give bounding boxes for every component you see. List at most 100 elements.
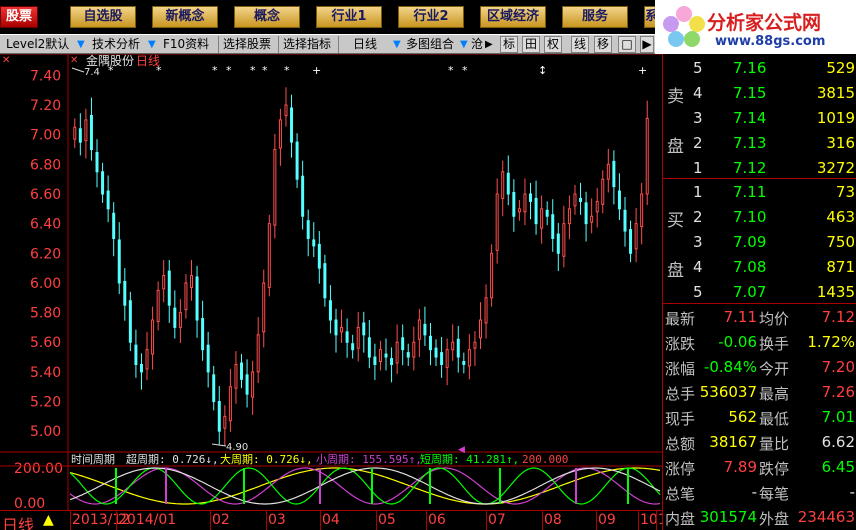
close-icon[interactable]: ✕ (2, 55, 10, 66)
price-ytick: 5.20 (30, 395, 61, 411)
quote-row: 4 7.08 871 (693, 258, 855, 276)
price-ytick: 5.40 (30, 365, 61, 381)
time-xtick: 03 (268, 512, 286, 528)
quote-row: 内盘 301574 外盘 234463 (665, 508, 855, 528)
price-ytick: 7.00 (30, 128, 61, 144)
tool-window-icon[interactable]: □ (618, 36, 636, 53)
time-xtick: 11 (658, 512, 662, 528)
time-xtick: 2014/01 (118, 512, 177, 528)
quote-row: 总笔 - 每笔 - (665, 483, 855, 503)
tool-grid-icon[interactable]: 田 (522, 36, 540, 53)
time-xtick: 05 (378, 512, 396, 528)
cycle-super: 超周期: 0.726↓, (126, 452, 219, 466)
price-ytick: 6.00 (30, 276, 61, 292)
stock-name: 金隅股份 (86, 54, 134, 68)
site-logo: 分析家公式网 www.88gs.com (655, 0, 856, 54)
flower-logo-icon (663, 6, 705, 47)
cycle-label: 时间周期 (71, 453, 115, 466)
tool-mark-icon[interactable]: 标 (500, 36, 518, 53)
triangle-up-icon[interactable]: ▲ (43, 512, 54, 528)
toolbar-select-indicator[interactable]: 选择指标 (278, 36, 331, 53)
quote-row: 3 7.09 750 (693, 233, 855, 251)
candle (267, 214, 271, 297)
menu-region[interactable]: 区域经济 (480, 6, 546, 28)
event-marker-icon[interactable]: * (284, 64, 290, 77)
quote-row: 4 7.15 3815 (693, 84, 855, 102)
cycle-minor: 小周期: 155.595↑, (316, 453, 422, 466)
event-marker-icon[interactable]: * (250, 64, 256, 77)
candle (128, 291, 132, 352)
toolbar-select-stock[interactable]: 选择股票 (218, 36, 271, 53)
dropdown-arrow-icon[interactable]: ▼ (393, 36, 401, 53)
quote-row: 涨幅 -0.84% 今开 7.20 (665, 358, 855, 378)
menu-stock[interactable]: 股票 (0, 6, 38, 28)
quote-row: 1 7.12 3272 (693, 159, 855, 177)
toolbar-daily[interactable]: 日线 (338, 36, 377, 53)
event-marker-icon[interactable]: + (638, 64, 647, 77)
dropdown-arrow-icon[interactable]: ▼ (460, 36, 468, 53)
menu-new-concept[interactable]: 新概念 (152, 6, 218, 28)
quote-row: 涨跌 -0.06 换手 1.72% (665, 333, 855, 353)
event-marker-icon[interactable]: * (212, 64, 218, 77)
chart-period: 日线 (136, 54, 160, 68)
menu-service[interactable]: 服务 (562, 6, 628, 28)
high-price-label: 7.4 (84, 67, 100, 78)
toolbar-multi-chart[interactable]: 多图组合 (406, 36, 454, 53)
cycle-major: 大周期: 0.726↓, (220, 452, 313, 466)
time-xtick: 02 (212, 512, 230, 528)
time-xtick: 09 (598, 512, 616, 528)
quote-row: 总额 38167 量比 6.62 (665, 433, 855, 453)
quote-row: 3 7.14 1019 (693, 109, 855, 127)
price-ytick: 6.80 (30, 157, 61, 173)
quote-row: 2 7.10 463 (693, 208, 855, 226)
kline-chart-area[interactable]: 7.40 7.20 7.00 6.80 6.60 6.40 6.20 6.00 5.80 5.60… (0, 54, 662, 530)
close-icon[interactable]: ✕ (70, 55, 78, 66)
candle (273, 133, 277, 239)
toolbar-tech-analysis[interactable]: 技术分析 (92, 36, 140, 53)
event-marker-icon[interactable]: * (448, 64, 454, 77)
event-marker-icon[interactable]: * (262, 64, 268, 77)
bottom-period[interactable]: 日线 (2, 512, 34, 530)
time-xtick: 04 (322, 512, 340, 528)
quote-row: 1 7.11 73 (693, 183, 855, 201)
quote-row: 现手 562 最低 7.01 (665, 408, 855, 428)
marker-icon: ◀ (458, 445, 465, 455)
candle (490, 244, 494, 307)
quote-panel: 卖 盘 买 盘 5 7.16 529 4 7.15 3815 3 7.14 1019 2 7.13 3… (662, 54, 856, 530)
quote-row: 最新 7.11 均价 7.12 (665, 308, 855, 328)
tool-rights-icon[interactable]: 权 (544, 36, 562, 53)
quote-row: 2 7.13 316 (693, 134, 855, 152)
menu-industry2[interactable]: 行业2 (398, 6, 464, 28)
toolbar-f10[interactable]: F10资料 (163, 36, 209, 53)
price-ytick: 5.00 (30, 424, 61, 440)
indicator-ytick-bottom: 0.00 (14, 496, 45, 510)
dropdown-arrow-icon[interactable]: ▼ (148, 36, 156, 53)
play-icon[interactable]: ▶ (485, 36, 493, 53)
price-ytick: 5.60 (30, 335, 61, 351)
toolbar-extra[interactable]: 沧 (471, 36, 483, 53)
tool-next-icon[interactable]: ▶ (640, 36, 654, 53)
tool-line-icon[interactable]: 线 (571, 36, 589, 53)
toolbar-level2[interactable]: Level2默认 (6, 36, 69, 53)
time-xtick: 08 (544, 512, 562, 528)
price-ytick: 6.60 (30, 187, 61, 203)
menu-concept[interactable]: 概念 (234, 6, 300, 28)
time-axis: 日线 ▲ 2013/122014/0102030405060708091011 (0, 510, 662, 530)
logo-site-text: www.88gs.com (715, 34, 826, 49)
quote-row: 涨停 7.89 跌停 6.45 (665, 458, 855, 478)
event-marker-icon[interactable]: + (312, 64, 321, 77)
low-price-label: 4.90 (226, 442, 248, 453)
cycle-extra: 200.000 (522, 453, 568, 466)
event-marker-icon[interactable]: ↕ (538, 64, 547, 77)
dropdown-arrow-icon[interactable]: ▼ (77, 36, 85, 53)
event-marker-icon[interactable]: * (226, 64, 232, 77)
price-ytick: 7.20 (30, 98, 61, 114)
time-xtick: 06 (428, 512, 446, 528)
menu-industry1[interactable]: 行业1 (316, 6, 382, 28)
kline-chart[interactable]: 7.40 7.20 7.00 6.80 6.60 6.40 6.20 6.00 5.80 5.60… (0, 54, 662, 510)
tool-move-icon[interactable]: 移 (594, 36, 612, 53)
event-marker-icon[interactable]: * (462, 64, 468, 77)
time-xtick: 07 (488, 512, 506, 528)
menu-watchlist[interactable]: 自选股 (70, 6, 136, 28)
price-ytick: 6.20 (30, 246, 61, 262)
